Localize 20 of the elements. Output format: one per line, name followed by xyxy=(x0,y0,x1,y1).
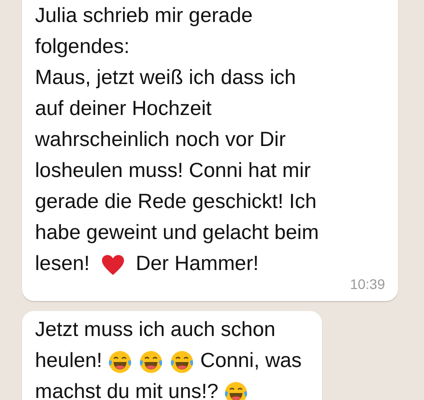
message-text: wahrscheinlich noch vor Dir xyxy=(35,127,286,154)
laughing-emoji-icon xyxy=(224,380,248,400)
message-text: lesen! xyxy=(35,251,90,278)
message-time: 10:39 xyxy=(350,275,385,294)
message-text: folgendes: xyxy=(35,34,130,60)
message-text: Julia schrieb mir gerade xyxy=(35,3,253,30)
laughing-emoji-icon xyxy=(108,350,132,374)
message-text: Maus, jetzt weiß ich dass ich xyxy=(35,65,296,92)
message-text: habe geweint und gelacht beim xyxy=(35,220,319,246)
message-text: Conni, was xyxy=(200,348,302,374)
laughing-emoji-icon xyxy=(139,350,164,374)
message-text: gerade die Rede geschickt! Ich xyxy=(35,189,316,216)
message-text: losheulen muss! Conni hat mir xyxy=(35,158,311,184)
message-text: machst du mit uns!? xyxy=(35,379,218,400)
heart-icon xyxy=(100,254,125,276)
laughing-emoji-icon xyxy=(170,350,194,374)
message-text: auf deiner Hochzeit xyxy=(35,96,212,122)
message-text: Der Hammer! xyxy=(136,251,259,278)
message-text: heulen! xyxy=(35,348,102,374)
message-text: Jetzt muss ich auch schon xyxy=(35,317,276,344)
